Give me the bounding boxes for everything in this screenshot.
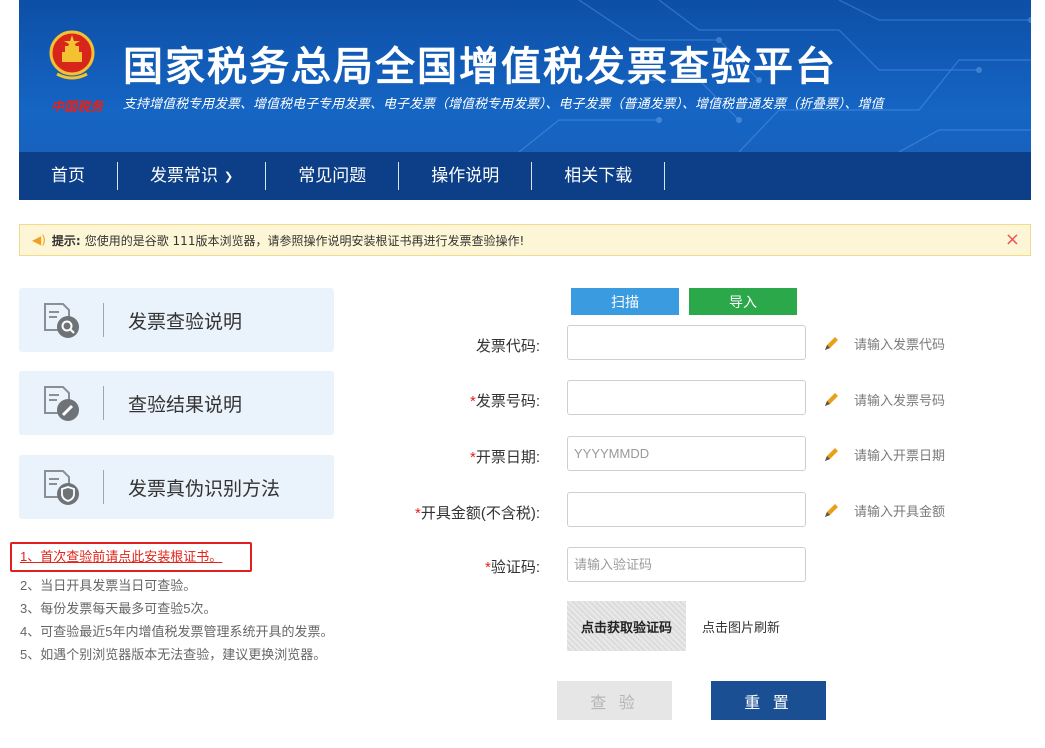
national-emblem-icon [49, 30, 95, 80]
invoice-date-input[interactable] [567, 436, 806, 471]
install-root-cert-link[interactable]: 1、首次查验前请点此安装根证书。 [10, 542, 252, 572]
invoice-amount-input[interactable] [567, 492, 806, 527]
pencil-icon [825, 503, 838, 517]
card-verify-result-guide[interactable]: 查验结果说明 [19, 371, 334, 435]
captcha-refresh-hint: 点击图片刷新 [702, 620, 781, 635]
card-divider [103, 303, 104, 337]
captcha-label: *验证码: [290, 556, 540, 577]
main-nav: 首页 发票常识 ❯ 常见问题 操作说明 相关下载 [19, 152, 1031, 200]
pencil-icon [825, 392, 838, 406]
site-header: 中国税务 国家税务总局全国增值税发票查验平台 支持增值税专用发票、增值税电子专用… [19, 0, 1031, 200]
document-search-icon [44, 303, 79, 338]
captcha-label-text: 验证码: [490, 559, 540, 576]
invoice-date-hint-text: 请输入开票日期 [854, 448, 946, 463]
card-label: 查验结果说明 [128, 394, 243, 416]
chevron-down-icon: ❯ [224, 170, 234, 183]
list-item: 4、可查验最近5年内增值税发票管理系统开具的发票。 [20, 624, 334, 639]
speaker-icon: ◀) [32, 233, 46, 247]
nav-separator [664, 162, 666, 190]
site-subtitle: 支持增值税专用发票、增值税电子专用发票、电子发票（增值税专用发票）、电子发票（普… [123, 96, 884, 111]
verify-button[interactable]: 查 验 [557, 681, 672, 720]
pencil-icon [825, 336, 838, 350]
card-divider [103, 470, 104, 504]
reset-button[interactable]: 重 置 [711, 681, 826, 720]
captcha-input[interactable] [567, 547, 806, 582]
invoice-code-hint: 请输入发票代码 [822, 334, 945, 353]
list-item: 5、如遇个别浏览器版本无法查验，建议更换浏览器。 [20, 647, 327, 662]
browser-notice-bar: ◀) 提示: 您使用的是谷歌 111版本浏览器，请参照操作说明安装根证书再进行发… [19, 224, 1031, 256]
invoice-number-hint: 请输入发票号码 [822, 390, 945, 409]
invoice-amount-label-text: 开具金额(不含税): [420, 505, 540, 522]
close-icon[interactable]: × [1005, 230, 1020, 250]
card-label: 发票真伪识别方法 [128, 478, 281, 500]
import-button[interactable]: 导入 [689, 288, 797, 315]
invoice-code-label: 发票代码: [290, 335, 540, 356]
nav-operation-guide[interactable]: 操作说明 [399, 162, 531, 190]
document-edit-icon [44, 386, 79, 421]
invoice-amount-label: *开具金额(不含税): [290, 502, 540, 523]
document-shield-icon [44, 470, 79, 505]
site-title: 国家税务总局全国增值税发票查验平台 [123, 45, 837, 89]
card-label: 发票查验说明 [128, 311, 243, 333]
invoice-code-hint-text: 请输入发票代码 [854, 337, 946, 352]
invoice-number-label: *发票号码: [290, 390, 540, 411]
invoice-date-hint: 请输入开票日期 [822, 445, 945, 464]
captcha-image[interactable]: 点击获取验证码 [567, 601, 686, 651]
nav-faq[interactable]: 常见问题 [266, 162, 398, 190]
list-item: 3、每份发票每天最多可查验5次。 [20, 601, 217, 616]
invoice-code-label-text: 发票代码: [475, 338, 540, 355]
nav-downloads[interactable]: 相关下载 [532, 162, 664, 190]
invoice-number-hint-text: 请输入发票号码 [854, 393, 946, 408]
invoice-date-label-text: 开票日期: [475, 449, 540, 466]
notice-label: 提示: [51, 233, 81, 248]
invoice-amount-hint: 请输入开具金额 [822, 501, 945, 520]
list-item: 2、当日开具发票当日可查验。 [20, 578, 197, 593]
invoice-code-input[interactable] [567, 325, 806, 360]
notice-text: 您使用的是谷歌 111版本浏览器，请参照操作说明安装根证书再进行发票查验操作! [84, 233, 525, 248]
nav-home[interactable]: 首页 [19, 162, 117, 190]
nav-invoice-knowledge-label: 发票常识 [150, 166, 218, 185]
card-divider [103, 386, 104, 420]
card-invoice-verify-guide[interactable]: 发票查验说明 [19, 288, 334, 352]
pencil-icon [825, 447, 838, 461]
invoice-date-label: *开票日期: [290, 446, 540, 467]
scan-button[interactable]: 扫描 [571, 288, 679, 315]
nav-invoice-knowledge[interactable]: 发票常识 ❯ [118, 162, 265, 190]
china-tax-brand-text: 中国税务 [51, 100, 104, 115]
card-authenticity-methods[interactable]: 发票真伪识别方法 [19, 455, 334, 519]
invoice-number-input[interactable] [567, 380, 806, 415]
invoice-amount-hint-text: 请输入开具金额 [854, 504, 946, 519]
invoice-number-label-text: 发票号码: [475, 393, 540, 410]
